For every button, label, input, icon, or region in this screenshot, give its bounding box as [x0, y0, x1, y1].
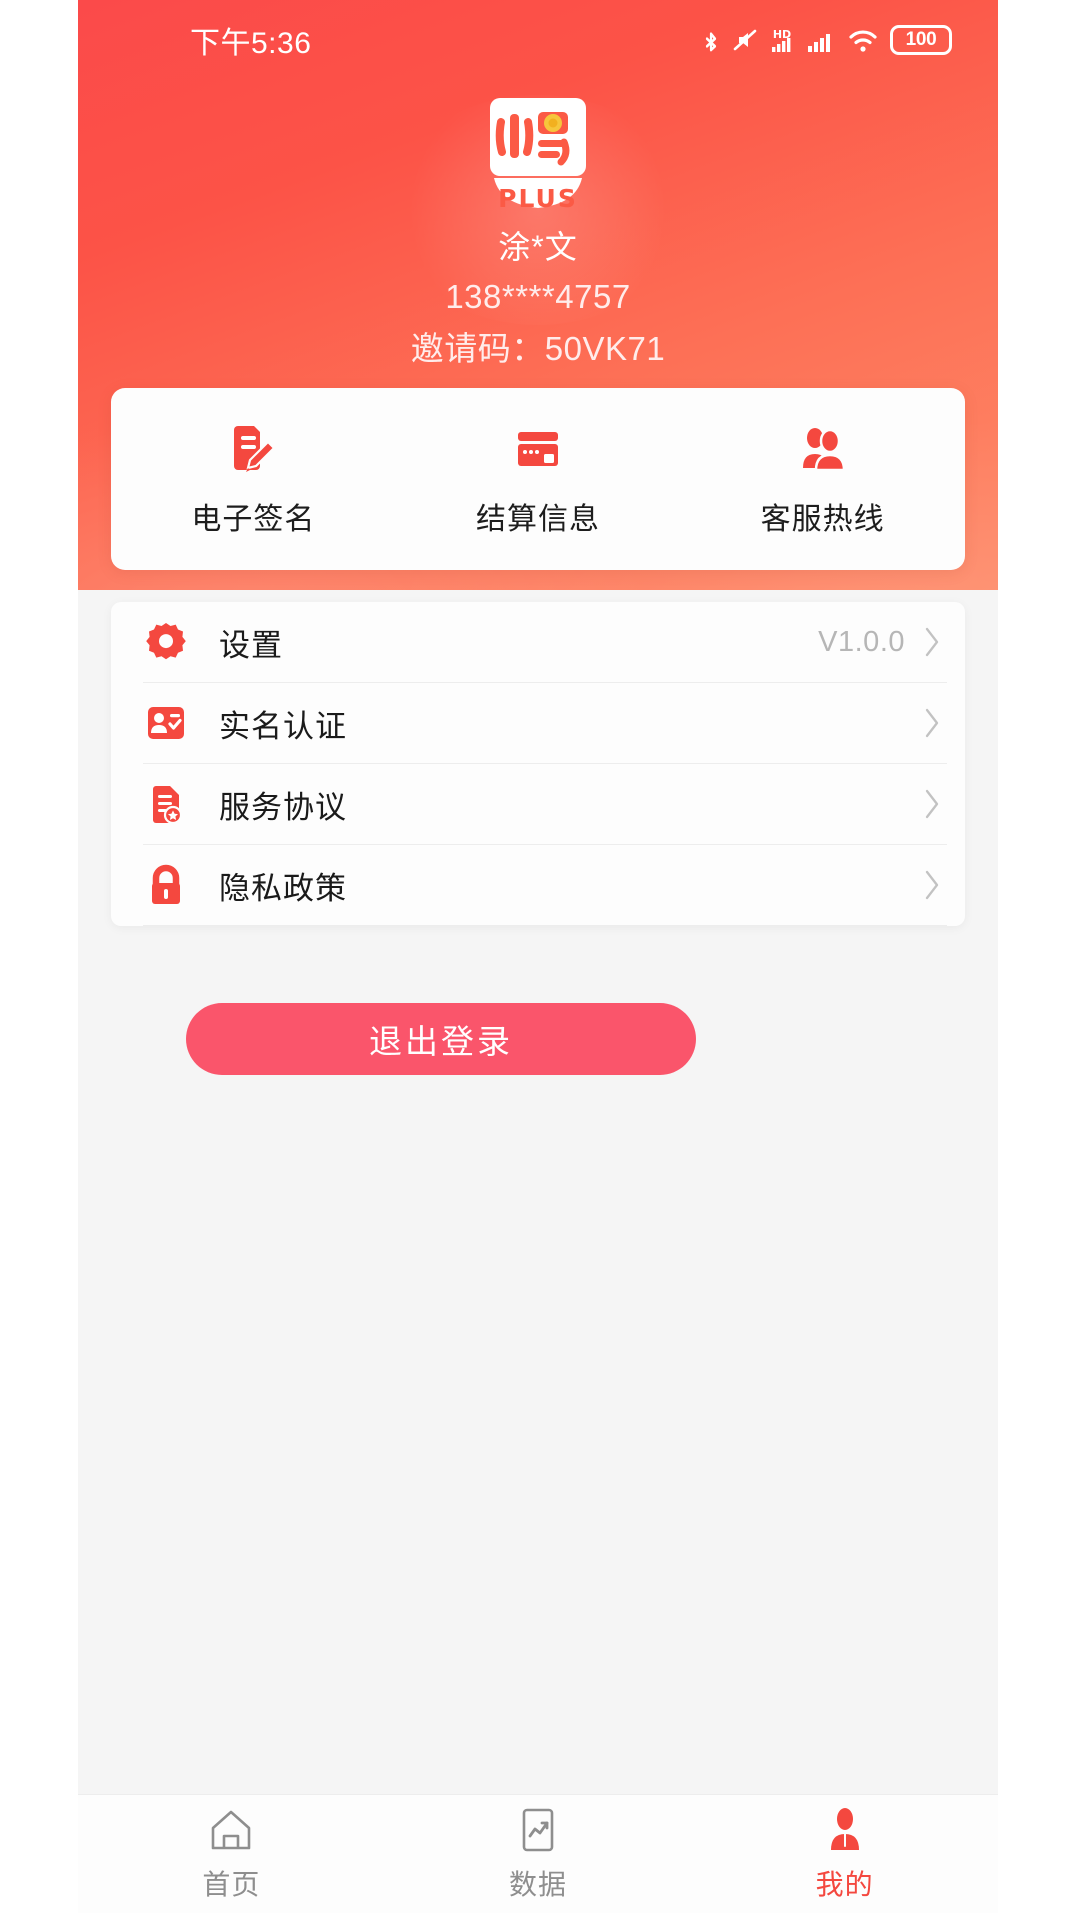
settings-row-settings[interactable]: 设置 V1.0.0 — [111, 602, 965, 682]
chevron-right-icon — [925, 708, 939, 738]
quick-action-label: 电子签名 — [191, 503, 316, 536]
credit-card-icon — [518, 432, 558, 466]
status-bar-icons: HD 100 — [701, 25, 952, 55]
bluetooth-icon — [705, 32, 717, 52]
quick-action-label: 结算信息 — [476, 503, 600, 536]
chart-icon — [522, 1808, 554, 1852]
mute-icon — [733, 29, 757, 51]
settings-row-real-name-verification[interactable]: 实名认证 — [111, 683, 965, 763]
quick-actions-card: 电子签名 结算信息 客服热线 — [111, 388, 965, 570]
home-icon — [212, 1810, 251, 1850]
tab-home[interactable]: 首页 — [78, 1805, 385, 1903]
quick-action-customer-service[interactable]: 客服热线 — [680, 420, 965, 538]
logout-button[interactable]: 退出登录 — [186, 1003, 696, 1075]
tab-mine[interactable]: 我的 — [691, 1805, 998, 1903]
settings-row-privacy-policy[interactable]: 隐私政策 — [111, 845, 965, 925]
customer-service-people-icon — [802, 428, 845, 472]
app-screen: 下午5:36 HD 100 PLUS 涂*文 138****4757 邀请码：5… — [78, 0, 998, 1913]
user-name: 涂*文 — [498, 229, 578, 265]
user-phone: 138****4757 — [445, 278, 631, 315]
quick-action-label: 客服热线 — [760, 503, 885, 536]
gear-icon — [146, 623, 186, 660]
settings-row-label: 服务协议 — [219, 789, 347, 825]
signal-icon — [808, 34, 830, 52]
settings-row-label: 设置 — [219, 627, 283, 663]
chevron-right-icon — [925, 789, 939, 819]
chevron-right-icon — [925, 627, 939, 657]
signature-document-icon — [234, 426, 276, 472]
status-bar-clock: 下午5:36 — [190, 27, 312, 60]
app-logo: PLUS — [480, 92, 596, 213]
settings-row-label: 实名认证 — [219, 708, 347, 744]
id-card-icon — [148, 707, 184, 739]
tab-label: 首页 — [202, 1869, 261, 1900]
quick-action-settlement-info[interactable]: 结算信息 — [396, 420, 681, 538]
status-bar: 下午5:36 HD 100 — [78, 0, 998, 80]
lock-icon — [152, 864, 180, 904]
settings-list: 设置 V1.0.0 实名认证 服务协议 隐私政策 — [111, 602, 965, 926]
hd-icon: HD — [772, 28, 791, 52]
wifi-icon — [849, 30, 877, 52]
agreement-icon — [153, 786, 183, 825]
bottom-tab-bar: 首页 数据 我的 — [78, 1794, 998, 1913]
user-invite-code: 邀请码：50VK71 — [410, 330, 666, 367]
battery-level: 100 — [905, 29, 937, 50]
quick-action-e-signature[interactable]: 电子签名 — [111, 420, 396, 538]
settings-row-service-agreement[interactable]: 服务协议 — [111, 764, 965, 844]
tab-data[interactable]: 数据 — [385, 1805, 692, 1903]
tab-label: 数据 — [509, 1869, 568, 1900]
chevron-right-icon — [925, 870, 939, 900]
person-icon — [830, 1808, 859, 1850]
tab-label: 我的 — [815, 1869, 874, 1900]
settings-row-label: 隐私政策 — [219, 870, 347, 906]
app-logo-plus-text: PLUS — [498, 184, 578, 213]
settings-row-value: V1.0.0 — [818, 625, 905, 658]
battery-icon: 100 — [890, 25, 952, 55]
list-divider — [143, 925, 947, 926]
